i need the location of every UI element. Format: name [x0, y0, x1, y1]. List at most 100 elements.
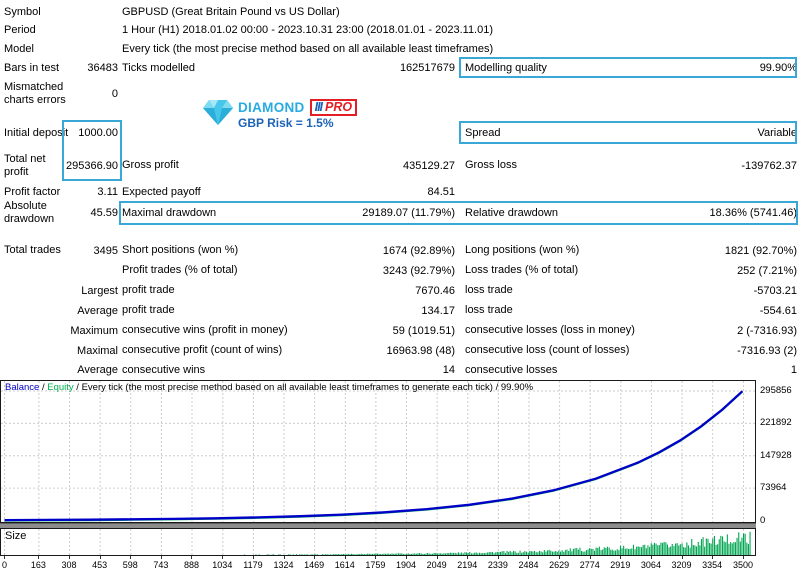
size-bar [498, 552, 499, 555]
size-bar [536, 552, 537, 555]
size-bar [539, 551, 540, 555]
size-bar [311, 554, 312, 555]
stat-label: profit trade [122, 304, 175, 317]
stat-label: consecutive losses (loss in money) [465, 324, 635, 337]
size-bar [426, 554, 427, 556]
y-axis-tick-label: 73964 [760, 482, 800, 493]
size-bar [542, 552, 543, 555]
size-bar [413, 554, 414, 555]
size-bar [419, 553, 420, 555]
stat-value: 14 [443, 364, 455, 376]
size-bar [696, 546, 697, 555]
stat-cell: Modelling quality99.90% [465, 58, 797, 78]
size-bar [500, 552, 501, 555]
stat-value: 435129.27 [403, 160, 455, 172]
equity-line [5, 392, 743, 521]
size-bar [447, 553, 448, 555]
stat-label: consecutive profit (count of wins) [122, 344, 282, 357]
size-bar [511, 552, 512, 555]
size-bar [388, 554, 389, 555]
size-bar [424, 554, 425, 555]
stat-cell: consecutive wins14 [122, 361, 455, 379]
x-axis-tick [375, 556, 376, 559]
stat-value: 295366.90 [66, 160, 118, 172]
stat-cell: consecutive losses (loss in money)2 (-73… [465, 321, 797, 340]
strategy-tester-report: { "stats": { "rows": [ {"c1l":"Symbol","… [0, 0, 800, 572]
size-bar [610, 550, 611, 555]
size-bar [487, 552, 488, 555]
stat-cell: Expected payoff84.51 [122, 183, 455, 201]
size-bar [396, 554, 397, 556]
size-bar [448, 553, 449, 555]
stat-label: loss trade [465, 304, 513, 317]
size-bar [558, 551, 559, 556]
stat-value: 162517679 [400, 62, 455, 74]
stat-cell: Loss trades (% of total)252 (7.21%) [465, 261, 797, 280]
x-axis-tick [498, 556, 499, 559]
stat-cell: Profit trades (% of total)3243 (92.79%) [122, 261, 455, 280]
stat-value: 252 (7.21%) [737, 265, 797, 277]
size-bar [537, 552, 538, 555]
x-axis-tick [191, 556, 192, 559]
size-bar [740, 542, 741, 555]
stat-cell: loss trade-5703.21 [465, 281, 797, 300]
size-bar [562, 550, 563, 555]
size-bar [712, 539, 713, 555]
size-bar [476, 553, 477, 556]
stat-value: 59 (1019.51) [393, 325, 455, 337]
size-bar [439, 553, 440, 555]
size-bar [520, 551, 521, 555]
stat-label: Every tick (the most precise method base… [122, 43, 493, 56]
size-bar [460, 553, 461, 555]
size-bar [382, 554, 383, 555]
size-bar [354, 554, 355, 555]
size-bar [406, 554, 407, 555]
stat-label: Relative drawdown [465, 207, 558, 220]
size-bar [314, 554, 315, 555]
table-row: SymbolGBPUSD (Great Britain Pound vs US … [0, 3, 800, 21]
size-bar [599, 547, 600, 555]
size-bar [400, 553, 401, 555]
size-bar [450, 553, 451, 555]
table-row: Maximumconsecutive wins (profit in money… [0, 321, 800, 340]
size-bar [408, 553, 409, 555]
size-bar [579, 548, 580, 555]
x-axis-tick [559, 556, 560, 559]
size-bar [738, 532, 739, 555]
size-bar [317, 554, 318, 555]
size-bar [518, 553, 519, 555]
size-bar [617, 549, 618, 555]
size-bar [395, 554, 396, 555]
size-bar [694, 546, 695, 556]
size-panel: Size [0, 528, 756, 556]
stat-value: -5703.21 [754, 285, 797, 297]
size-bar [440, 553, 441, 555]
size-bar [466, 552, 467, 555]
stat-label: Maximal drawdown [122, 207, 216, 220]
size-bar [474, 553, 475, 555]
size-bar [732, 543, 733, 555]
x-axis-tick [100, 556, 101, 559]
size-bar [563, 552, 564, 555]
size-bar [495, 552, 496, 555]
size-bar [401, 553, 402, 555]
stat-cell: profit trade7670.46 [122, 281, 455, 300]
stat-value: 18.36% (5741.46) [710, 207, 797, 219]
size-bar [306, 555, 307, 556]
size-bar [349, 554, 350, 555]
size-panel-label: Size [5, 530, 28, 542]
size-bar [367, 554, 368, 555]
size-bar [333, 554, 334, 555]
x-axis-tick [620, 556, 621, 559]
stat-value: 1 [791, 364, 797, 376]
stat-cell: Initial deposit1000.00 [4, 121, 118, 145]
size-bar [571, 551, 572, 555]
size-bar [348, 554, 349, 555]
stat-label: Initial deposit [4, 127, 70, 140]
stat-cell: consecutive loss (count of losses)-7316.… [465, 341, 797, 360]
stat-cell: Maximal [4, 341, 118, 360]
size-bar [524, 551, 525, 555]
chart-x-axis-labels: 0163308453598743888103411791324146916141… [0, 556, 800, 572]
size-bar [362, 554, 363, 555]
stat-value: -554.61 [760, 305, 797, 317]
